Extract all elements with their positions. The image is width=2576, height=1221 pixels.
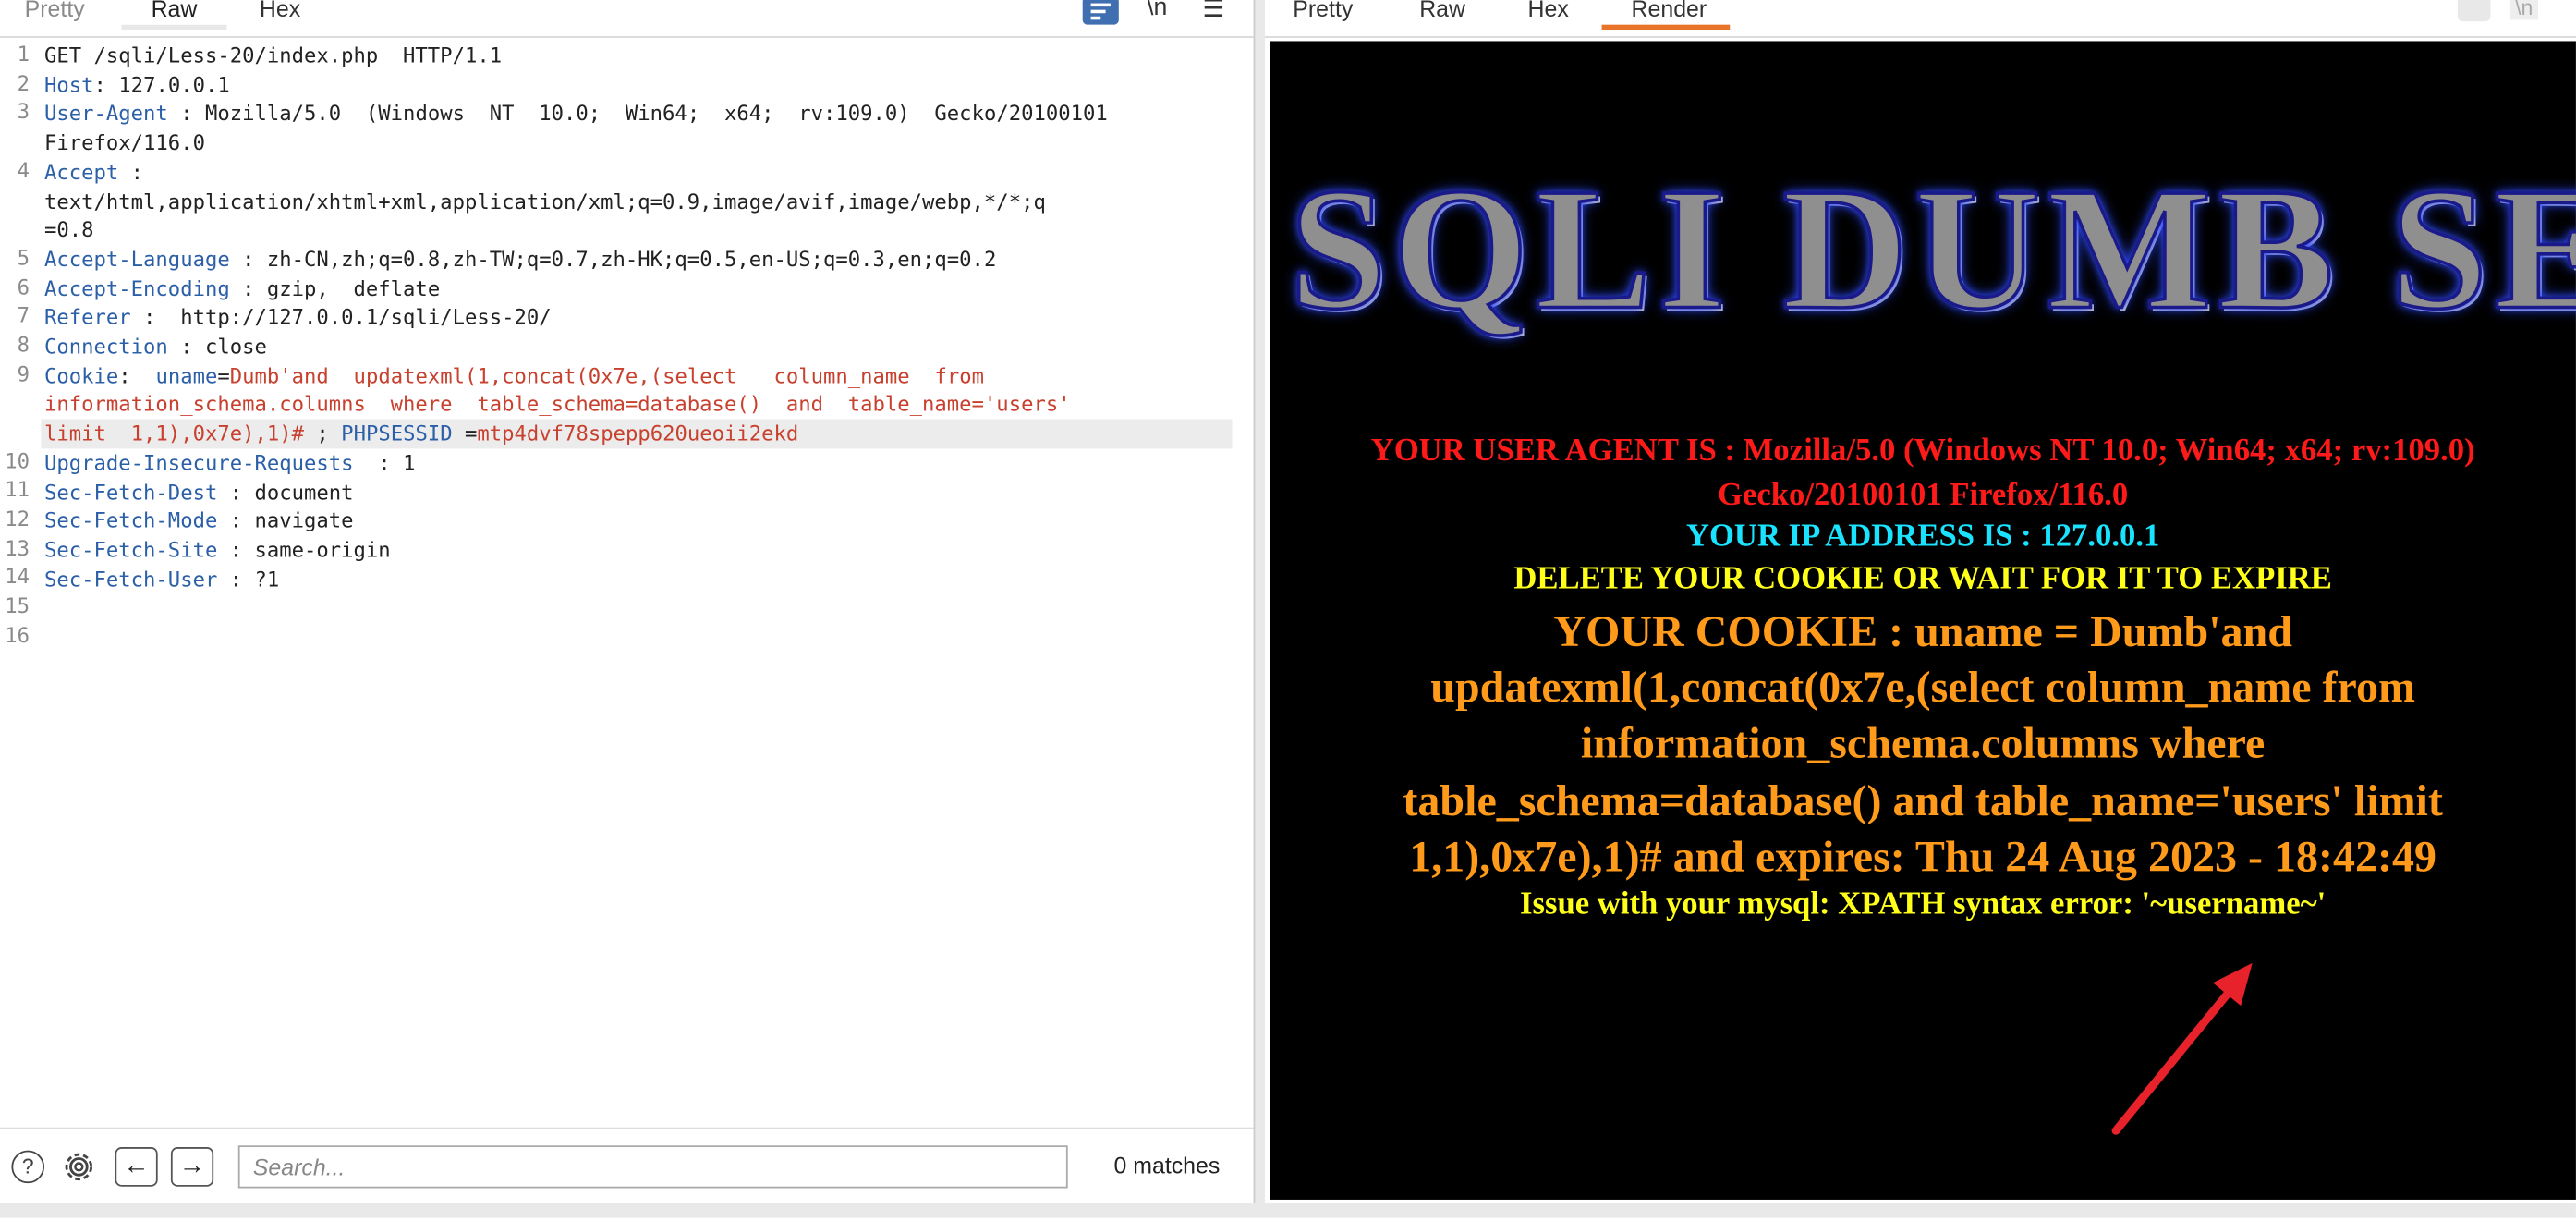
request-text[interactable]: GET /sqli/Less-20/index.php HTTP/1.1 Hos… [41,41,1235,593]
cookie-line: information_schema.columns where [1580,717,2266,768]
header-cookie-cont2: limit 1,1),0x7e),1)# ; PHPSESSID =mtp4dv… [41,419,1233,449]
header-connection: Connection : close [44,333,267,359]
help-icon[interactable]: ? [11,1150,45,1184]
annotation-arrow-icon [2111,962,2253,1135]
header-referer: Referer : http://127.0.0.1/sqli/Less-20/ [44,304,552,330]
response-tabbar: Pretty Raw Hex Render \n [1265,0,2576,38]
newline-toggle-icon[interactable]: \n [2509,0,2538,20]
settings-icon[interactable] [59,1147,99,1187]
user-agent-line-cont: Gecko/20100101 Firefox/116.0 [1718,478,2129,513]
tab-render[interactable]: Render [1601,0,1730,31]
request-tabbar: Pretty Raw Hex \n ☰ [0,0,1254,38]
header-accept: Accept : [44,159,144,184]
tab-raw[interactable]: Raw [1419,0,1465,21]
header-accept-cont1: text/html,application/xhtml+xml,applicat… [44,188,1046,214]
hamburger-menu-icon[interactable]: ☰ [1202,0,1224,23]
header-sec-fetch-site: Sec-Fetch-Site : same-origin [44,537,391,562]
back-arrow-icon[interactable]: ← [115,1147,158,1187]
header-sec-fetch-dest: Sec-Fetch-Dest : document [44,479,354,505]
tab-hex[interactable]: Hex [1528,0,1569,21]
forward-arrow-icon[interactable]: → [170,1147,214,1187]
delete-cookie-notice: DELETE YOUR COOKIE OR WAIT FOR IT TO EXP… [1513,562,2332,597]
header-accept-cont2: =0.8 [44,217,94,242]
tab-pretty[interactable]: Pretty [1293,0,1353,21]
user-agent-line: YOUR USER AGENT IS : Mozilla/5.0 (Window… [1370,433,2475,469]
search-input[interactable]: Search... [237,1145,1068,1189]
pane-splitter[interactable] [1253,0,1266,1218]
tab-raw[interactable]: Raw [121,0,227,31]
header-upgrade-insecure: Upgrade-Insecure-Requests : 1 [44,449,416,475]
word-wrap-icon[interactable] [2457,0,2491,22]
tab-hex[interactable]: Hex [260,0,300,21]
header-accept-language: Accept-Language : zh-CN,zh;q=0.8,zh-TW;q… [44,246,997,272]
tab-pretty[interactable]: Pretty [25,0,85,21]
header-sec-fetch-user: Sec-Fetch-User : ?1 [44,566,280,592]
header-accept-encoding: Accept-Encoding : gzip, deflate [44,275,441,300]
request-pane: Pretty Raw Hex \n ☰ 1 2 3 4 5 6 7 8 9 10… [0,0,1254,1218]
request-editor[interactable]: 1 2 3 4 5 6 7 8 9 10 11 12 13 14 15 16 G… [0,41,1254,1125]
header-host: Host: 127.0.0.1 [44,71,230,97]
status-strip [0,1203,2576,1218]
cookie-line: updatexml(1,concat(0x7e,(select column_n… [1430,662,2415,712]
sqli-banner: SQLI DUMB SERIES [1288,152,2576,348]
word-wrap-icon[interactable] [1082,0,1119,25]
header-cookie: Cookie: uname=Dumb'and updatexml(1,conca… [44,362,984,388]
cookie-line: YOUR COOKIE : uname = Dumb'and [1553,606,2292,656]
xpath-error-message: Issue with your mysql: XPATH syntax erro… [1519,887,2327,922]
search-bar: ? ← → Search... 0 matches [0,1127,1254,1215]
header-sec-fetch-mode: Sec-Fetch-Mode : navigate [44,507,354,533]
cookie-line: 1,1),0x7e),1)# and expires: Thu 24 Aug 2… [1409,831,2437,882]
response-pane: Pretty Raw Hex Render \n SQLI DUMB SERIE… [1265,0,2576,1218]
header-cookie-cont1: information_schema.columns where table_s… [44,391,1071,417]
request-line: GET /sqli/Less-20/index.php HTTP/1.1 [44,43,503,67]
match-count: 0 matches [1113,1152,1221,1178]
line-number-gutter: 1 2 3 4 5 6 7 8 9 10 11 12 13 14 15 16 [5,41,30,648]
header-user-agent: User-Agent : Mozilla/5.0 (Windows NT 10.… [44,101,1108,126]
header-user-agent-cont: Firefox/116.0 [44,129,205,155]
newline-toggle-icon[interactable]: \n [1147,0,1167,21]
rendered-page: SQLI DUMB SERIES YOUR USER AGENT IS : Mo… [1270,41,2576,1200]
cookie-line: table_schema=database() and table_name='… [1403,775,2443,825]
burp-repeater-window: Pretty Raw Hex \n ☰ 1 2 3 4 5 6 7 8 9 10… [0,0,2576,1218]
ip-address-line: YOUR IP ADDRESS IS : 127.0.0.1 [1685,519,2160,555]
